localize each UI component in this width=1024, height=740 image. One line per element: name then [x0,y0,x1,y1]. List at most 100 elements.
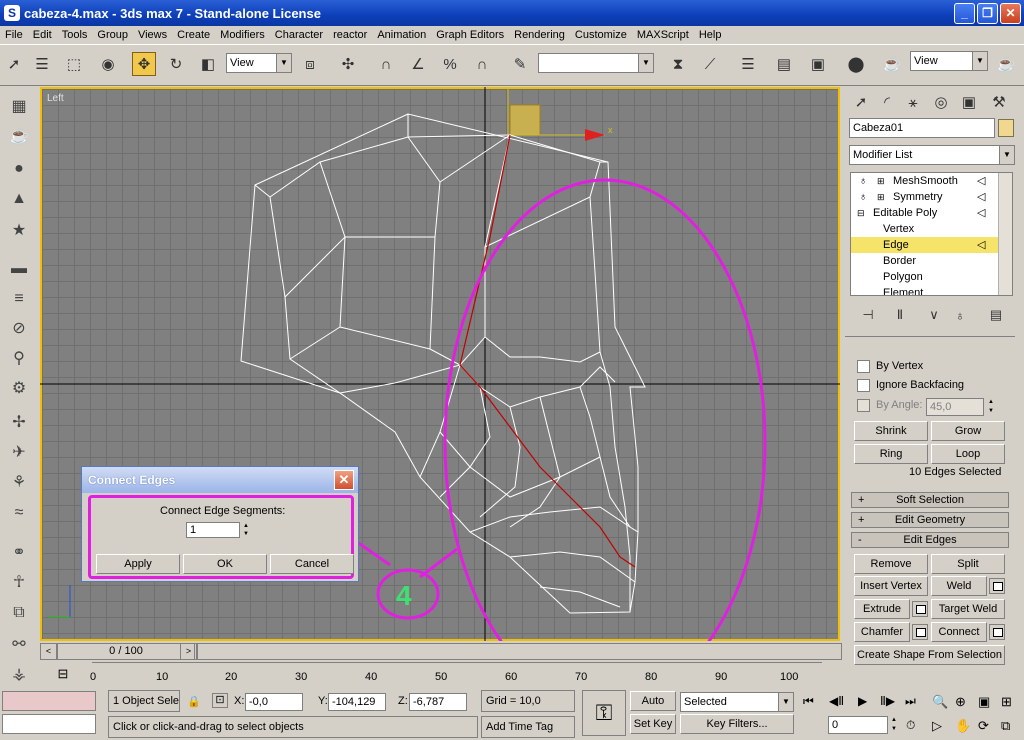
display-tab-icon[interactable]: ▣ [957,90,981,114]
extrude-settings-icon[interactable] [912,601,928,617]
reactor-cloth-icon[interactable]: ⚯ [8,634,30,656]
create-shape-button[interactable]: Create Shape From Selection [854,645,1005,665]
time-slider[interactable]: 0 / 100 [57,643,195,660]
segments-spinner-icon[interactable]: ▲ ▼ [241,522,251,538]
create-helper-icon[interactable]: ✢ [8,412,30,434]
create-cone-icon[interactable]: ▲ [8,188,30,210]
go-to-end-icon[interactable]: ⏭ [905,694,916,709]
reactor-icon[interactable]: ⧉ [8,602,30,624]
menu-rendering[interactable]: Rendering [509,29,570,41]
stack-item-polygon[interactable]: Polygon [851,269,1012,285]
create-teapot-icon[interactable]: ☕ [8,126,30,148]
maximize-button[interactable]: ❐ [977,3,998,24]
auto-key-button[interactable]: Auto Key [630,691,676,725]
menu-graph-editors[interactable]: Graph Editors [431,29,509,41]
motion-tab-icon[interactable]: ◎ [929,90,953,114]
menu-animation[interactable]: Animation [372,29,431,41]
stack-item-border[interactable]: Border [851,253,1012,269]
modifier-stack[interactable]: ♁ ⊞ MeshSmooth ◁ ♁ ⊞ Symmetry ◁ ⊟ Editable Poly… [850,172,1013,296]
current-frame-field[interactable]: 0 [828,716,888,734]
ring-button[interactable]: Ring [854,444,928,464]
reactor-rope-icon[interactable]: ⚶ [8,664,30,686]
rect-selection-icon[interactable]: ⬚ [62,52,86,76]
menu-help[interactable]: Help [694,29,727,41]
stack-item-symmetry[interactable]: ♁ ⊞ Symmetry ◁ [851,189,1012,205]
align-icon[interactable]: ⟋ [698,52,722,76]
absolute-mode-icon[interactable]: ⊡ [212,693,228,708]
weld-button[interactable]: Weld [931,576,987,596]
create-boxes-icon[interactable]: ▦ [8,96,30,118]
make-unique-icon[interactable]: ∨ [922,303,946,327]
object-name-field[interactable]: Cabeza01 [849,118,995,138]
time-config-icon[interactable]: ⏱ [906,718,915,733]
maxscript-listener[interactable] [2,691,96,711]
time-slider-prev-icon[interactable]: < [40,643,57,660]
mirror-icon[interactable]: ⧗ [666,52,690,76]
shrink-button[interactable]: Shrink [854,421,928,441]
split-button[interactable]: Split [931,554,1005,574]
named-selection-dropdown[interactable]: ▼ [538,53,654,73]
menu-edit[interactable]: Edit [28,29,57,41]
track-bar-icon[interactable]: ⊟ [52,664,74,684]
menu-tools[interactable]: Tools [57,29,93,41]
extrude-button[interactable]: Extrude [854,599,910,619]
zoom-all-icon[interactable]: ⊕ [955,694,966,710]
field-of-view-icon[interactable]: ▷ [932,718,942,734]
set-key-icon[interactable]: ⚿ [582,690,626,736]
cancel-button[interactable]: Cancel [270,554,354,574]
create-cylinder-icon[interactable]: ≡ [8,288,30,310]
ok-button[interactable]: OK [183,554,267,574]
go-to-start-icon[interactable]: ⏮ [803,694,814,709]
material-editor-icon[interactable]: ⬤ [844,52,868,76]
select-object-icon[interactable]: ➚ [2,52,26,76]
add-time-tag[interactable]: Add Time Tag [481,716,575,738]
by-vertex-checkbox[interactable] [857,360,870,373]
pin-stack-icon[interactable]: ⊣ [856,303,880,327]
pivot-center-icon[interactable]: ⧈ [298,52,322,76]
time-slider-track[interactable] [197,643,842,660]
bulb-icon[interactable]: ♁ [859,189,867,205]
x-coordinate[interactable]: -0,0 [245,693,303,711]
create-sphere-icon[interactable]: ● [8,158,30,180]
create-camera-icon[interactable]: ⚙ [8,378,30,400]
angle-snap-icon[interactable]: ∠ [406,52,430,76]
schematic-view-icon[interactable]: ▣ [806,52,830,76]
selected-edge-loop[interactable] [459,134,636,568]
select-manipulate-icon[interactable]: ✣ [336,52,360,76]
loop-button[interactable]: Loop [931,444,1005,464]
insert-vertex-button[interactable]: Insert Vertex [854,576,928,596]
menu-modifiers[interactable]: Modifiers [215,29,270,41]
show-end-result-icon[interactable]: Ⅱ [888,303,912,327]
utilities-tab-icon[interactable]: ⚒ [987,90,1011,114]
stack-scrollbar[interactable] [998,173,1012,295]
menu-group[interactable]: Group [92,29,133,41]
remove-modifier-icon[interactable]: ♁ [948,303,972,327]
frame-spinner-icon[interactable]: ▲ ▼ [889,716,899,734]
track-bar[interactable]: 0 10 20 30 40 50 60 70 80 90 100 [90,662,822,686]
stack-item-meshsmooth[interactable]: ♁ ⊞ MeshSmooth ◁ [851,173,1012,189]
curve-editor-icon[interactable]: ▤ [772,52,796,76]
segments-input[interactable]: 1 [186,522,240,538]
render-view-dropdown[interactable]: View ▼ [910,51,988,71]
expand-icon[interactable]: ⊞ [877,189,885,205]
lock-selection-icon[interactable]: 🔒 [187,695,201,708]
weld-settings-icon[interactable] [989,578,1005,594]
stack-item-editable-poly[interactable]: ⊟ Editable Poly ◁ [851,205,1012,221]
create-plane-icon[interactable]: ▬ [8,258,30,280]
remove-button[interactable]: Remove [854,554,928,574]
bulb-icon[interactable]: ♁ [859,173,867,189]
configure-sets-icon[interactable]: ▤ [984,303,1008,327]
play-icon[interactable]: ▶ [858,694,867,708]
menu-file[interactable]: File [0,29,28,41]
stack-item-edge[interactable]: Edge ◁ [851,237,1012,253]
scale-icon[interactable]: ◧ [196,52,220,76]
spinner-snap-icon[interactable]: ∩ [470,52,494,76]
maxscript-input[interactable] [2,714,96,734]
render-scene-icon[interactable]: ☕ [880,52,904,76]
menu-customize[interactable]: Customize [570,29,632,41]
z-coordinate[interactable]: -6,787 [409,693,467,711]
rotate-icon[interactable]: ↻ [164,52,188,76]
y-coordinate[interactable]: -104,129 [328,693,386,711]
edit-edges-rollout[interactable]: - Edit Edges [851,532,1009,548]
key-filters-button[interactable]: Key Filters... [680,714,794,734]
